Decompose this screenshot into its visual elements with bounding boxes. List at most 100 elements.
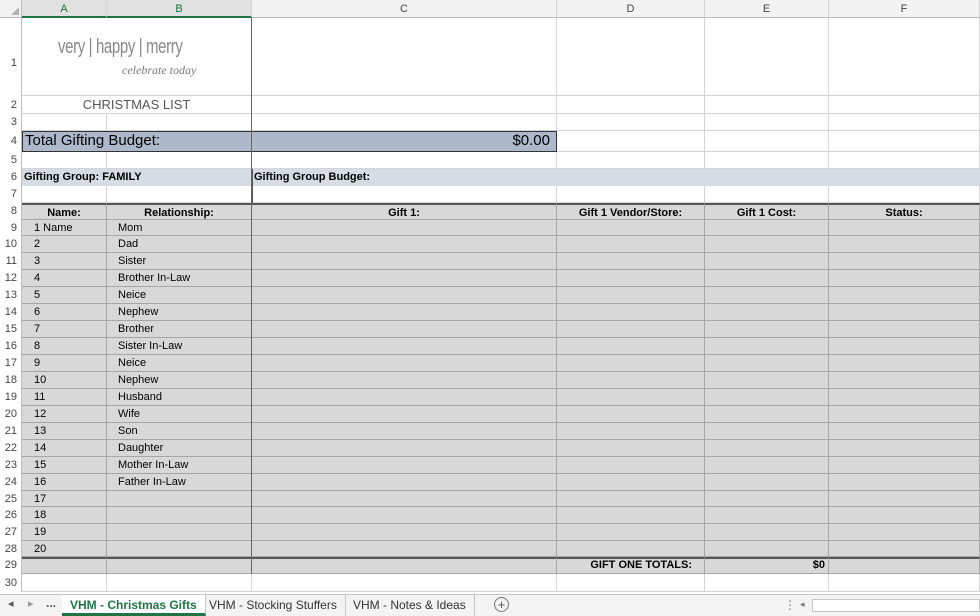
cell[interactable]: [252, 96, 557, 114]
tab-vhm-christmas-gifts[interactable]: VHM - Christmas Gifts: [62, 595, 206, 616]
gift-cell[interactable]: [557, 287, 705, 304]
name-cell[interactable]: 13: [22, 423, 107, 440]
cell[interactable]: [557, 574, 705, 592]
cell[interactable]: [829, 574, 980, 592]
row-header[interactable]: 27: [0, 524, 22, 541]
gift-cell[interactable]: [557, 355, 705, 372]
cell[interactable]: [829, 186, 980, 203]
gift-cell[interactable]: [829, 338, 980, 355]
row-header[interactable]: 12: [0, 270, 22, 287]
cell[interactable]: [22, 186, 107, 203]
cell[interactable]: [22, 574, 107, 592]
gift-cell[interactable]: [829, 270, 980, 287]
gift-cell[interactable]: [705, 474, 829, 491]
gift-cell[interactable]: [252, 304, 557, 321]
gift-cell[interactable]: [557, 541, 705, 557]
gift-cell[interactable]: [705, 507, 829, 524]
gift-cell[interactable]: [557, 236, 705, 253]
gift-cell[interactable]: [705, 406, 829, 423]
gift-cell[interactable]: [557, 491, 705, 507]
name-cell[interactable]: 2: [22, 236, 107, 253]
relationship-cell[interactable]: Mother In-Law: [107, 457, 252, 474]
tab-vhm-notes-ideas[interactable]: VHM - Notes & Ideas: [345, 595, 475, 616]
name-cell[interactable]: 6: [22, 304, 107, 321]
gift-cell[interactable]: [829, 236, 980, 253]
cell[interactable]: [107, 152, 252, 169]
gift-cell[interactable]: [557, 457, 705, 474]
name-cell[interactable]: 9: [22, 355, 107, 372]
name-cell[interactable]: 10: [22, 372, 107, 389]
row-header[interactable]: 25: [0, 491, 22, 507]
name-cell[interactable]: 15: [22, 457, 107, 474]
name-cell[interactable]: 1 Name: [22, 220, 107, 236]
cell[interactable]: [705, 131, 829, 152]
relationship-cell[interactable]: [107, 491, 252, 507]
gift-cell[interactable]: [252, 270, 557, 287]
relationship-cell[interactable]: Dad: [107, 236, 252, 253]
cell[interactable]: [705, 96, 829, 114]
cell[interactable]: [705, 186, 829, 203]
name-cell[interactable]: 18: [22, 507, 107, 524]
cell[interactable]: [705, 18, 829, 96]
name-cell[interactable]: 4: [22, 270, 107, 287]
gift-cell[interactable]: [705, 372, 829, 389]
gift-cell[interactable]: [557, 321, 705, 338]
gift-cell[interactable]: [252, 507, 557, 524]
tab-vhm-stocking-stuffers[interactable]: VHM - Stocking Stuffers: [201, 595, 346, 616]
row-header[interactable]: 15: [0, 321, 22, 338]
gift-cell[interactable]: [557, 220, 705, 236]
row-header[interactable]: 11: [0, 253, 22, 270]
gift-cell[interactable]: [829, 491, 980, 507]
row-header[interactable]: 9: [0, 220, 22, 236]
gift-cell[interactable]: [252, 220, 557, 236]
gift-cell[interactable]: [705, 491, 829, 507]
gift-cell[interactable]: [829, 355, 980, 372]
relationship-cell[interactable]: Sister In-Law: [107, 338, 252, 355]
name-cell[interactable]: 14: [22, 440, 107, 457]
cell[interactable]: [252, 186, 557, 203]
row-header[interactable]: 17: [0, 355, 22, 372]
name-cell[interactable]: 20: [22, 541, 107, 557]
gift-cell[interactable]: [252, 253, 557, 270]
gift-cell[interactable]: [829, 321, 980, 338]
gift-cell[interactable]: [252, 474, 557, 491]
gift-cell[interactable]: [705, 321, 829, 338]
gift-cell[interactable]: [557, 474, 705, 491]
name-cell[interactable]: 19: [22, 524, 107, 541]
relationship-cell[interactable]: Mom: [107, 220, 252, 236]
gift-cell[interactable]: [829, 474, 980, 491]
cell[interactable]: [829, 152, 980, 169]
gift-cell[interactable]: [557, 372, 705, 389]
gift-cell[interactable]: [557, 423, 705, 440]
row-header[interactable]: 21: [0, 423, 22, 440]
gift-cell[interactable]: [705, 524, 829, 541]
row-header[interactable]: 22: [0, 440, 22, 457]
gift-cell[interactable]: [705, 236, 829, 253]
gift-cell[interactable]: [829, 389, 980, 406]
gift-cell[interactable]: [252, 541, 557, 557]
relationship-cell[interactable]: Nephew: [107, 372, 252, 389]
name-cell[interactable]: 7: [22, 321, 107, 338]
gift-cell[interactable]: [829, 541, 980, 557]
relationship-cell[interactable]: Husband: [107, 389, 252, 406]
gift-cell[interactable]: [252, 287, 557, 304]
relationship-cell[interactable]: Neice: [107, 287, 252, 304]
cell[interactable]: [557, 18, 705, 96]
gift-cell[interactable]: [557, 507, 705, 524]
gift-cell[interactable]: [557, 253, 705, 270]
gift-cell[interactable]: [557, 524, 705, 541]
cell[interactable]: [252, 152, 557, 169]
cell[interactable]: [829, 131, 980, 152]
gift-cell[interactable]: [705, 253, 829, 270]
row-header[interactable]: 13: [0, 287, 22, 304]
row-header[interactable]: 19: [0, 389, 22, 406]
relationship-cell[interactable]: Daughter: [107, 440, 252, 457]
cell[interactable]: [557, 131, 705, 152]
row-header[interactable]: 24: [0, 474, 22, 491]
row-header[interactable]: 3: [0, 114, 22, 131]
row-header[interactable]: 30: [0, 574, 22, 592]
tab-more-button[interactable]: ...: [46, 596, 56, 610]
relationship-cell[interactable]: [107, 541, 252, 557]
cell[interactable]: [252, 18, 557, 96]
relationship-cell[interactable]: Sister: [107, 253, 252, 270]
